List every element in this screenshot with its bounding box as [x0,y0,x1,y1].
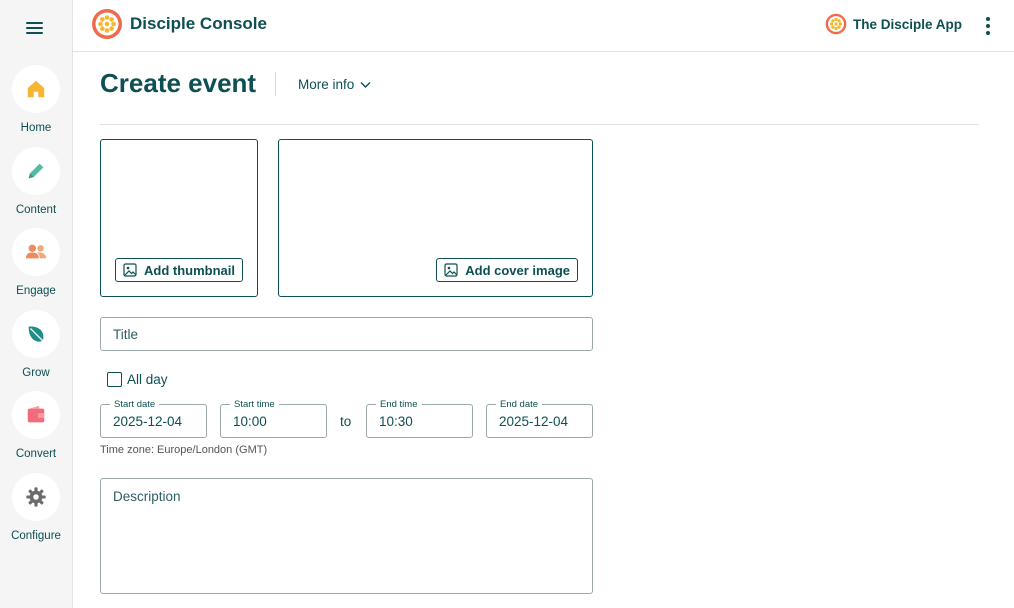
end-date-field: End date [486,399,593,438]
thumbnail-dropzone[interactable]: Add thumbnail [100,139,258,297]
pencil-icon [28,163,44,179]
app-logo [825,13,847,35]
add-cover-image-label: Add cover image [465,262,570,278]
more-info-label: More info [298,77,355,92]
image-icon [123,263,137,277]
gear-icon [26,487,46,507]
end-time-input[interactable] [367,405,472,437]
sidebar-item-label: Content [15,204,57,216]
sidebar-item-grow[interactable]: Grow [0,310,72,386]
cover-image-dropzone[interactable]: Add cover image [278,139,593,297]
people-icon [25,244,47,259]
all-day-checkbox[interactable] [107,372,122,387]
sidebar: Home Content Engage Grow Convert Configu… [0,0,73,608]
timezone-text: Time zone: Europe/London (GMT) [100,444,268,456]
start-time-field: Start time [220,399,327,438]
end-time-field: End time [366,399,473,438]
add-thumbnail-button[interactable]: Add thumbnail [115,258,243,282]
sidebar-item-label: Engage [16,285,56,297]
title-divider [275,72,276,96]
brand-title: Disciple Console [130,14,267,33]
sidebar-item-convert[interactable]: Convert [0,391,72,467]
description-input[interactable] [101,479,592,591]
brand-logo[interactable] [91,8,123,40]
start-date-input[interactable] [101,405,206,437]
top-header: Disciple Console The Disciple App [73,0,1014,52]
start-date-field: Start date [100,399,207,438]
sidebar-item-label: Grow [22,367,50,379]
leaf-icon [28,326,44,342]
app-name[interactable]: The Disciple App [853,17,962,32]
sidebar-item-content[interactable]: Content [0,147,72,223]
sidebar-item-engage[interactable]: Engage [0,228,72,304]
menu-icon[interactable] [22,16,48,40]
title-field [100,317,593,351]
description-field [100,478,593,594]
image-icon [444,263,458,277]
more-options-icon[interactable] [979,14,997,38]
add-thumbnail-label: Add thumbnail [144,262,235,278]
section-divider [100,124,979,125]
page-title: Create event [100,68,257,98]
sidebar-item-label: Configure [11,530,61,542]
end-date-input[interactable] [487,405,592,437]
sidebar-item-label: Home [20,122,52,134]
sidebar-item-configure[interactable]: Configure [0,473,72,549]
sidebar-item-label: Convert [15,448,57,460]
wallet-icon [27,405,45,423]
more-info-dropdown[interactable]: More info [298,77,371,92]
all-day-toggle[interactable]: All day [107,372,168,387]
all-day-label: All day [127,372,168,387]
start-time-input[interactable] [221,405,326,437]
sidebar-item-home[interactable]: Home [0,65,72,141]
add-cover-image-button[interactable]: Add cover image [436,258,578,282]
title-input[interactable] [101,318,592,350]
to-separator: to [340,414,352,429]
home-icon [27,80,45,98]
chevron-down-icon [360,81,371,88]
